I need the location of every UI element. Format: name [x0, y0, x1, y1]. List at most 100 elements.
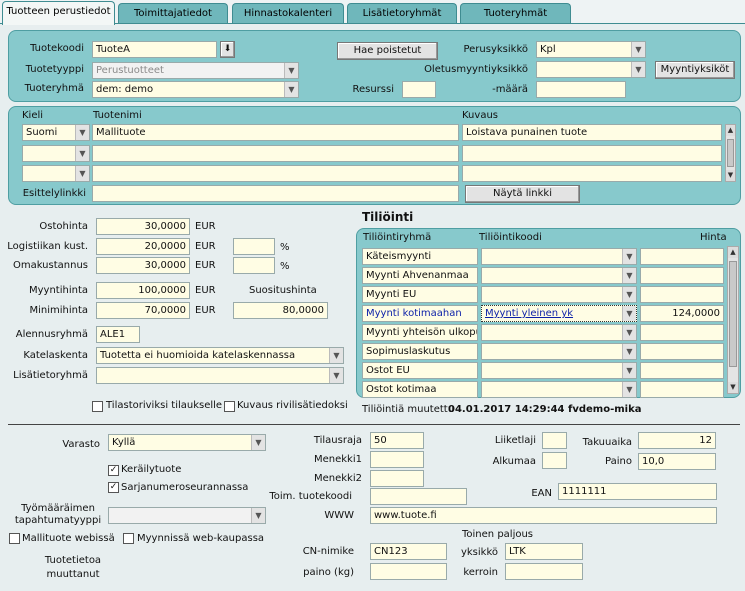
product-code-input[interactable]: TuoteA	[92, 41, 217, 58]
weight-label: Paino	[605, 456, 632, 467]
warehouse-select[interactable]: Kyllä ▼	[108, 434, 266, 451]
recommended-price-input[interactable]: 80,0000	[233, 302, 328, 319]
accounting-price-input[interactable]	[640, 286, 724, 303]
origin-country-input[interactable]	[542, 452, 567, 469]
weight-kg-label: paino (kg)	[303, 567, 354, 578]
work-order-type-select[interactable]: ▼	[108, 507, 266, 524]
scroll-down-icon[interactable]: ▼	[726, 170, 735, 181]
language-select[interactable]: ▼	[22, 165, 90, 182]
webshop-sale-checkbox[interactable]	[123, 533, 134, 544]
discount-group-input[interactable]: ALE1	[96, 326, 140, 343]
sales-units-button[interactable]: Myyntiyksiköt	[655, 61, 735, 79]
percent-sign: %	[280, 242, 290, 253]
www-input[interactable]: www.tuote.fi	[370, 507, 717, 524]
scroll-thumb[interactable]	[729, 261, 737, 367]
ean-input[interactable]: 1111111	[558, 483, 717, 500]
accounting-price-input[interactable]	[640, 381, 724, 398]
accounting-price-input[interactable]: 124,0000	[640, 305, 724, 322]
resource-input[interactable]	[402, 81, 436, 98]
chevron-down-icon: ▼	[75, 166, 89, 181]
scroll-up-icon[interactable]: ▲	[726, 125, 735, 136]
cn-input[interactable]: CN123	[370, 543, 447, 560]
chevron-down-icon: ▼	[251, 435, 265, 450]
webshop-sale-label: Myynnissä web-kaupassa	[137, 533, 265, 544]
logistics-cost-input[interactable]: 20,0000	[96, 238, 190, 255]
tab-price-calendar[interactable]: Hinnastokalenteri	[232, 3, 344, 24]
min-price-input[interactable]: 70,0000	[96, 302, 190, 319]
factor-input[interactable]	[505, 563, 583, 580]
default-sales-unit-select[interactable]: ▼	[536, 61, 646, 78]
tab-supplier-info[interactable]: Toimittajatiedot	[118, 3, 228, 24]
accounting-price-input[interactable]	[640, 343, 724, 360]
unit-input[interactable]: LTK	[505, 543, 583, 560]
logistics-percent-input[interactable]	[233, 238, 275, 255]
chevron-down-icon: ▼	[284, 82, 298, 97]
ean-label: EAN	[531, 488, 552, 499]
serial-checkbox[interactable]: ✓	[108, 482, 119, 493]
tab-bar: Tuotteen perustiedot Toimittajatiedot Hi…	[0, 0, 745, 25]
accounting-code-select[interactable]: ▼	[481, 286, 637, 303]
accounting-code-select[interactable]: ▼	[481, 381, 637, 398]
download-icon[interactable]: ⬇	[220, 41, 235, 58]
purchase-price-label: Ostohinta	[39, 221, 88, 232]
fetch-deleted-button[interactable]: Hae poistetut	[337, 42, 438, 60]
business-type-input[interactable]	[542, 432, 567, 449]
own-cost-currency: EUR	[195, 260, 216, 271]
sale-price-input[interactable]: 100,0000	[96, 282, 190, 299]
accounting-code-select[interactable]: ▼	[481, 248, 637, 265]
accounting-price-input[interactable]	[640, 248, 724, 265]
chevron-down-icon: ▼	[75, 125, 89, 140]
accounting-code-select[interactable]: ▼	[481, 343, 637, 360]
webshop-sample-label: Mallituote webissä	[22, 533, 115, 544]
order-limit-input[interactable]: 50	[370, 432, 424, 449]
accounting-price-input[interactable]	[640, 324, 724, 341]
accounting-scrollbar[interactable]: ▲ ▼	[727, 246, 739, 394]
product-type-select[interactable]: Perustuotteet ▼	[92, 62, 299, 79]
description-input[interactable]	[462, 165, 722, 182]
product-group-select[interactable]: dem: demo ▼	[92, 81, 299, 98]
own-cost-percent-input[interactable]	[233, 257, 275, 274]
product-name-input[interactable]	[92, 145, 459, 162]
accounting-price-input[interactable]	[640, 362, 724, 379]
weight-kg-input[interactable]	[370, 563, 447, 580]
tab-product-groups[interactable]: Tuoteryhmät	[460, 3, 571, 24]
warranty-input[interactable]: 12	[638, 432, 716, 449]
collect-checkbox[interactable]: ✓	[108, 465, 119, 476]
discount-group-label: Alennusryhmä	[15, 329, 88, 340]
accounting-code-select[interactable]: ▼	[481, 267, 637, 284]
accounting-price-input[interactable]	[640, 267, 724, 284]
extra-group-select[interactable]: ▼	[96, 367, 344, 384]
intro-link-input[interactable]	[92, 185, 459, 202]
language-scrollbar[interactable]: ▲ ▼	[725, 124, 736, 182]
chevron-down-icon: ▼	[622, 363, 636, 378]
language-select[interactable]: Suomi ▼	[22, 124, 90, 141]
menekki1-input[interactable]	[370, 451, 424, 468]
section-divider	[8, 424, 740, 425]
scroll-up-icon[interactable]: ▲	[728, 247, 738, 258]
show-link-button[interactable]: Näytä linkki	[465, 185, 580, 203]
margin-calc-select[interactable]: Tuotetta ei huomioida katelaskennassa ▼	[96, 347, 344, 364]
accounting-code-select[interactable]: Myynti yleinen yk ▼	[481, 305, 637, 322]
webshop-sample-checkbox[interactable]	[9, 533, 20, 544]
stat-row-checkbox[interactable]	[92, 401, 103, 412]
purchase-price-input[interactable]: 30,0000	[96, 218, 190, 235]
menekki2-input[interactable]	[370, 470, 424, 487]
tab-extra-groups[interactable]: Lisätietoryhmät	[347, 3, 457, 24]
base-unit-select[interactable]: Kpl ▼	[536, 41, 646, 58]
desc-rows-checkbox[interactable]	[224, 401, 235, 412]
accounting-code-select[interactable]: ▼	[481, 362, 637, 379]
weight-input[interactable]: 10,0	[638, 453, 716, 470]
description-input[interactable]	[462, 145, 722, 162]
scroll-thumb[interactable]	[727, 139, 734, 167]
supplier-code-input[interactable]	[370, 488, 467, 505]
own-cost-label: Omakustannus	[12, 260, 88, 271]
accounting-code-select[interactable]: ▼	[481, 324, 637, 341]
resource-amount-input[interactable]	[536, 81, 626, 98]
tab-basic-info[interactable]: Tuotteen perustiedot	[2, 1, 115, 25]
language-select[interactable]: ▼	[22, 145, 90, 162]
product-name-input[interactable]: Mallituote	[92, 124, 459, 141]
scroll-down-icon[interactable]: ▼	[728, 382, 738, 393]
description-input[interactable]: Loistava punainen tuote	[462, 124, 722, 141]
product-name-input[interactable]	[92, 165, 459, 182]
own-cost-input[interactable]: 30,0000	[96, 257, 190, 274]
